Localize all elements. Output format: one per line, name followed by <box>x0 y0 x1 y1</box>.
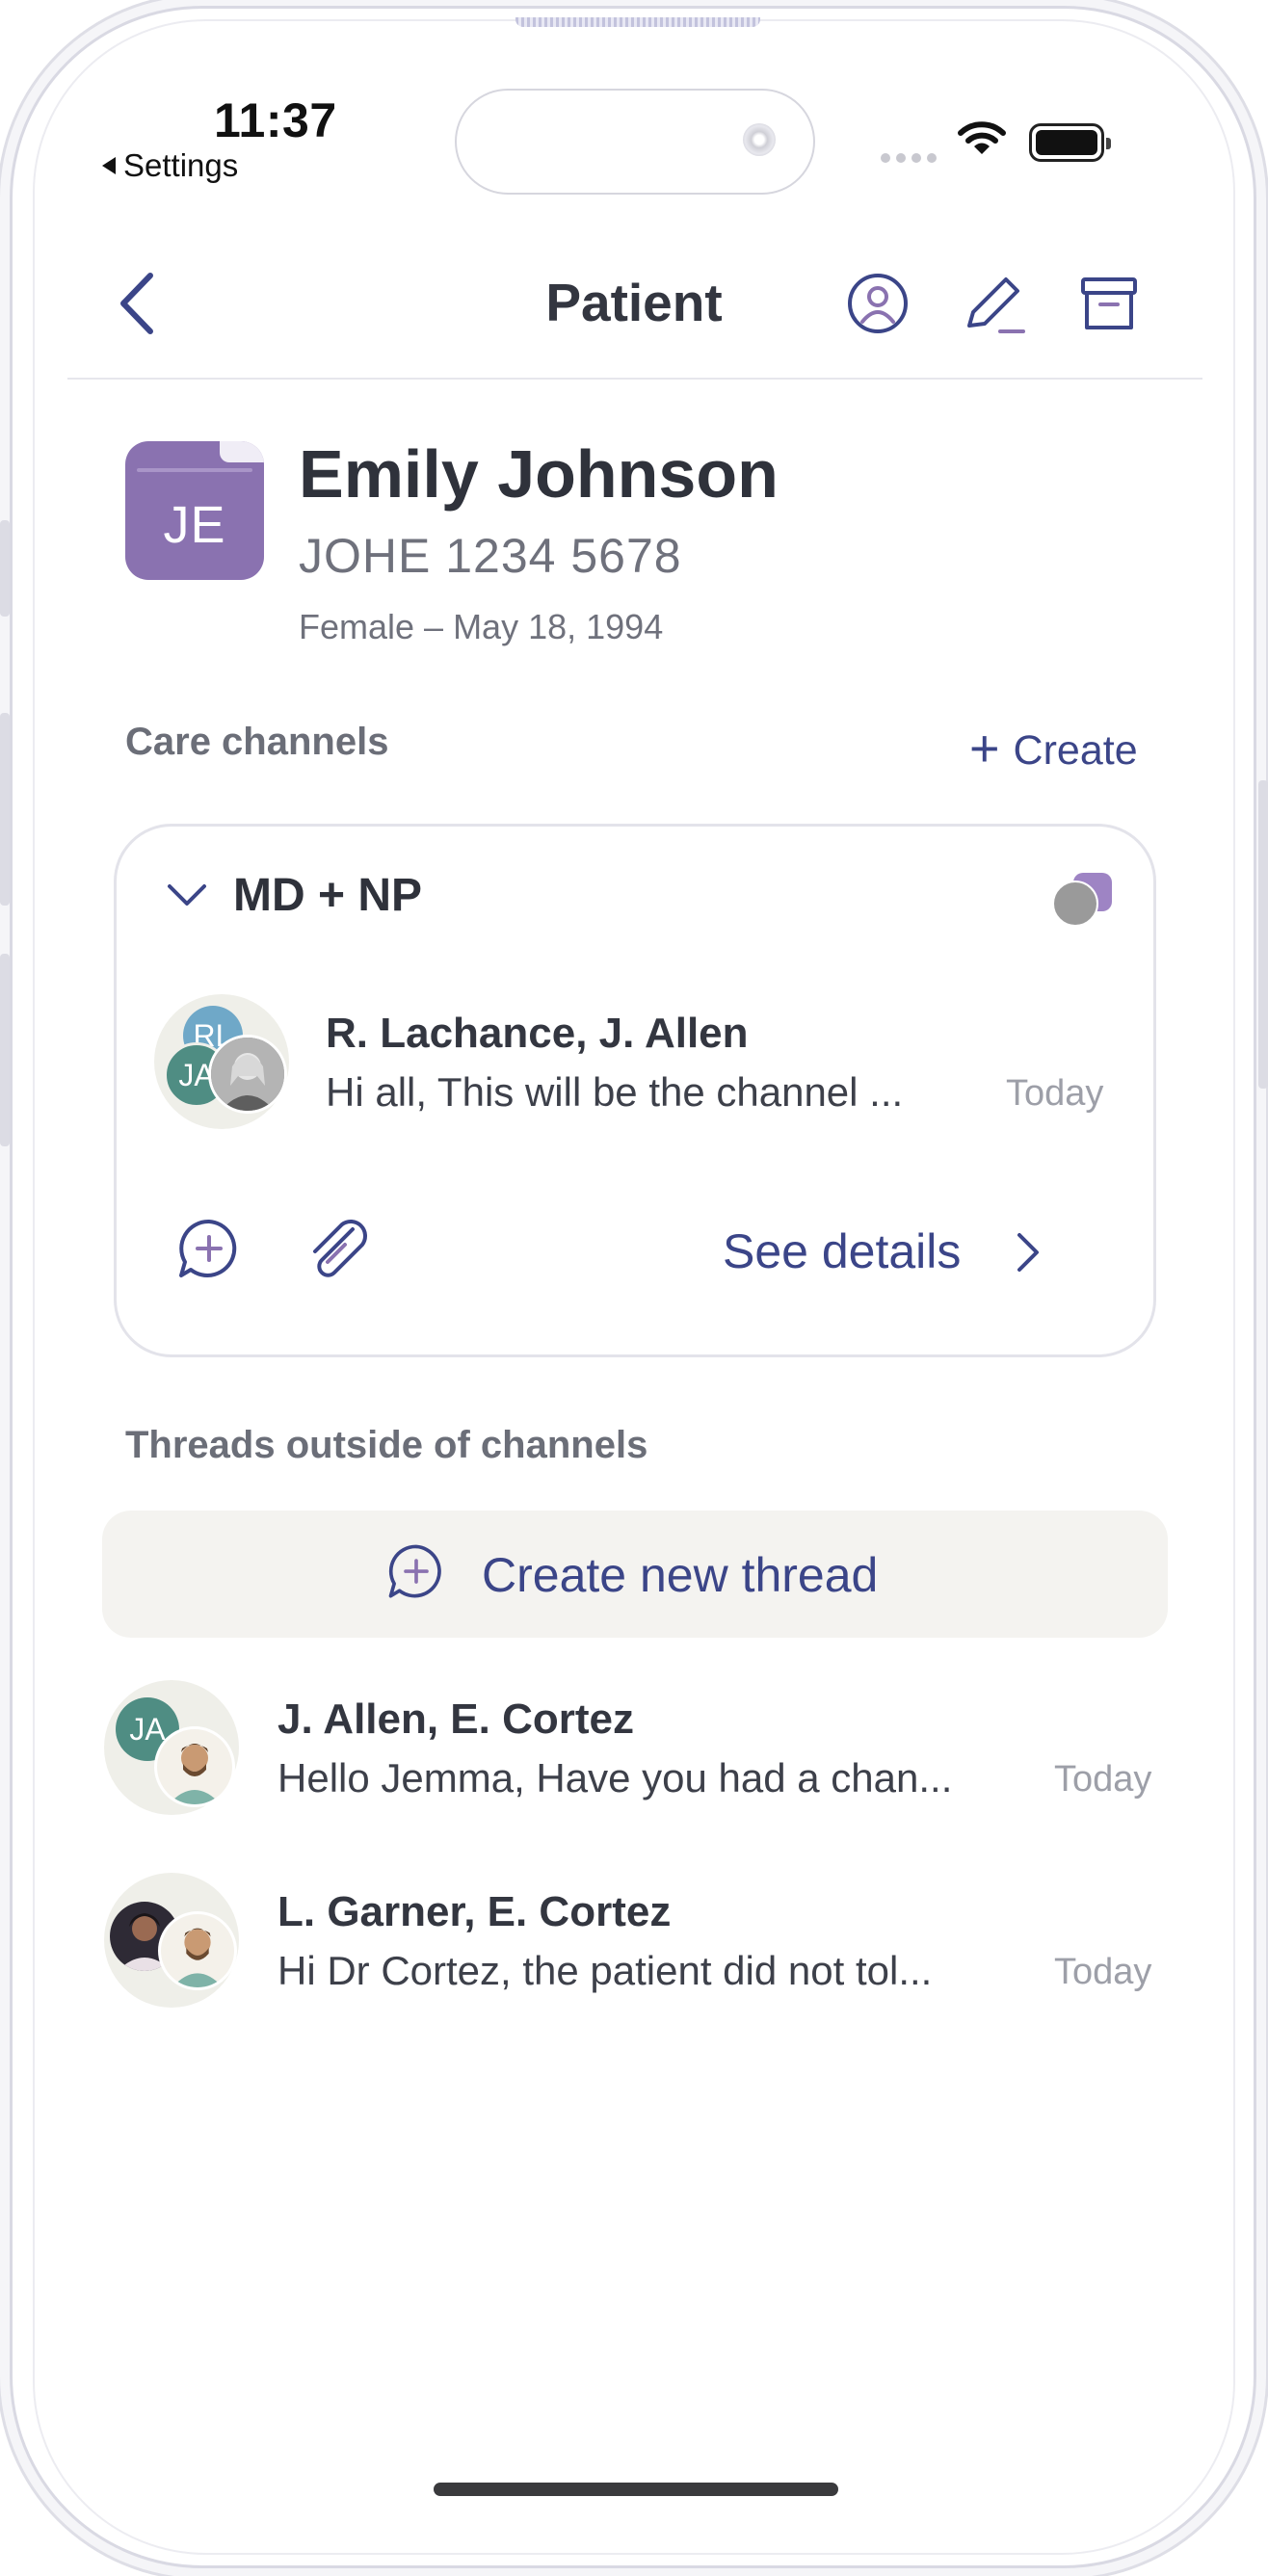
create-new-thread-label: Create new thread <box>482 1548 879 1602</box>
nav-divider <box>67 378 1202 380</box>
camera-lens <box>743 123 776 156</box>
threads-outside-heading: Threads outside of channels <box>125 1424 648 1466</box>
attachment-paperclip-icon[interactable] <box>306 1216 374 1287</box>
chevron-right-icon[interactable] <box>1014 1231 1043 1274</box>
care-channels-heading: Care channels <box>125 721 389 763</box>
mini-avatar-photo <box>1052 881 1098 927</box>
patient-initials: JE <box>163 496 226 554</box>
back-to-app-link[interactable]: Settings <box>102 147 238 184</box>
channel-title[interactable]: MD + NP <box>233 869 422 922</box>
thread-time: Today <box>1054 1759 1152 1800</box>
channel-group-avatar: RL JA <box>154 994 289 1129</box>
volume-down-button <box>0 954 10 1146</box>
thread-preview[interactable]: Hello Jemma, Have you had a chan... <box>277 1755 952 1801</box>
thread-group-avatar <box>104 1873 239 2008</box>
thread-participants: J. Allen, E. Cortez <box>277 1695 635 1743</box>
avatar-photo <box>154 1726 235 1807</box>
channel-time: Today <box>1006 1073 1104 1114</box>
volume-up-button <box>0 713 10 906</box>
see-details-link[interactable]: See details <box>723 1223 961 1279</box>
chevron-down-icon[interactable] <box>166 881 208 909</box>
power-button <box>1258 780 1268 1089</box>
channel-participants: R. Lachance, J. Allen <box>326 1010 749 1057</box>
create-label: Create <box>1013 727 1138 774</box>
patient-meta: Female – May 18, 1994 <box>299 607 664 646</box>
side-button <box>0 520 10 617</box>
new-thread-bubble-icon <box>385 1541 447 1603</box>
see-details-label: See details <box>723 1224 962 1278</box>
patient-avatar: JE <box>125 441 264 580</box>
patient-name: Emily Johnson <box>299 436 779 512</box>
speaker-grille <box>515 17 760 27</box>
archive-icon[interactable] <box>1077 272 1141 335</box>
thread-time: Today <box>1054 1952 1152 1992</box>
patient-profile-icon[interactable] <box>846 272 910 335</box>
channel-member-avatars <box>1048 873 1118 927</box>
avatar-photo <box>208 1035 287 1114</box>
edit-pencil-icon[interactable] <box>962 270 1029 337</box>
cellular-signal-icon <box>881 150 942 168</box>
wifi-icon <box>958 119 1006 158</box>
patient-id: JOHE 1234 5678 <box>299 529 682 583</box>
channel-preview[interactable]: Hi all, This will be the channel ... <box>326 1069 903 1116</box>
thread-participants: L. Garner, E. Cortez <box>277 1888 672 1935</box>
back-app-label: Settings <box>123 147 239 183</box>
battery-icon <box>1029 123 1111 162</box>
back-triangle-icon <box>102 157 116 175</box>
status-time: 11:37 <box>214 93 337 147</box>
avatar-photo-cortez <box>158 1911 237 1990</box>
plus-icon: + <box>969 720 1000 777</box>
new-message-bubble-icon[interactable] <box>175 1216 243 1283</box>
thread-preview[interactable]: Hi Dr Cortez, the patient did not tol... <box>277 1948 932 1994</box>
home-indicator[interactable] <box>434 2483 838 2496</box>
thread-group-avatar: JA <box>104 1680 239 1815</box>
create-channel-button[interactable]: + Create <box>969 717 1138 777</box>
